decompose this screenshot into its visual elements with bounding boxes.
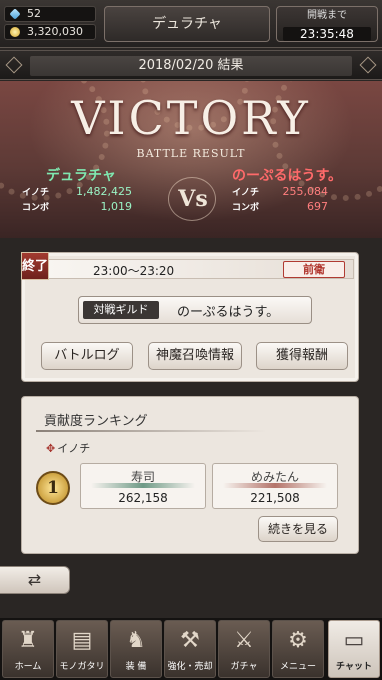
castle-icon: ♜ [18, 628, 38, 653]
battle-time-range: 23:00〜23:20 [93, 264, 175, 278]
enhance-icon: ⚒ [180, 628, 200, 653]
ally-combo: 1,019 [100, 200, 133, 213]
ally-team-name: デュラチャ [46, 168, 116, 184]
swap-arrows-icon: ⇄ [27, 570, 42, 589]
ranking-entry[interactable]: めみたん 221,508 [212, 463, 338, 509]
nav-chat-label: チャット [336, 662, 372, 672]
ally-team-stats: デュラチャ イノチ 1,482,425 コンボ 1,019 [22, 165, 182, 215]
divider [36, 430, 266, 432]
result-date-bar: 2018/02/20 結果 [0, 50, 382, 80]
gem-icon [9, 8, 21, 20]
ornament-icon [359, 56, 377, 74]
nav-equipment[interactable]: ♞ 装 備 [110, 620, 162, 678]
nav-menu-label: メニュー [279, 662, 316, 672]
result-date: 2018/02/20 結果 [30, 56, 352, 76]
nav-gacha-label: ガチャ [230, 662, 258, 672]
armor-icon: ♞ [126, 628, 146, 653]
combo-label: コンボ [232, 203, 260, 213]
enemy-combo: 697 [307, 200, 328, 213]
crossed-swords-icon: ⚔ [234, 628, 254, 653]
battle-start-timer: 開戦まで 23:35:48 [276, 6, 378, 42]
coin-count: 3,320,030 [27, 25, 83, 38]
coin-icon [10, 27, 20, 37]
rewards-button[interactable]: 獲得報酬 [256, 342, 348, 370]
nav-enhance-sell[interactable]: ⚒ 強化・売却 [164, 620, 216, 678]
inochi-label: イノチ [232, 188, 260, 198]
book-icon: ▤ [71, 628, 93, 653]
coin-counter: 3,320,030 [4, 24, 96, 40]
victory-banner: VICTORY BATTLE RESULT デュラチャ イノチ 1,482,425… [0, 81, 382, 238]
enemy-team-name: のーぷるはうす。 [232, 168, 343, 184]
nav-home-label: ホーム [14, 662, 42, 672]
chat-bubble-icon: ▭ [343, 628, 365, 653]
nav-story[interactable]: ▤ モノガタリ [56, 620, 108, 678]
ranking-entry-bar [91, 483, 195, 488]
nav-gacha[interactable]: ⚔ ガチャ [218, 620, 270, 678]
opponent-guild-name: のーぷるはうす。 [177, 305, 280, 320]
inochi-label: イノチ [22, 188, 50, 198]
battle-log-button[interactable]: バトルログ [41, 342, 133, 370]
ranking-metric-label: イノチ [57, 442, 91, 455]
battle-status-badge: 終了 [21, 252, 49, 280]
position-badge: 前衛 [283, 261, 345, 278]
opponent-guild-label: 対戦ギルド [83, 301, 159, 319]
rank-medal: 1 [36, 471, 70, 505]
ally-inochi: 1,482,425 [76, 185, 132, 198]
victory-title: VICTORY [71, 91, 311, 145]
gem-count: 52 [27, 7, 41, 20]
timer-label: 開戦まで [307, 10, 347, 21]
ranking-entry-score: 221,508 [250, 491, 300, 505]
cross-icon: ✥ [46, 442, 56, 455]
vs-label: Vs [178, 186, 208, 212]
nav-chat[interactable]: ▭ チャット [328, 620, 380, 678]
nav-menu[interactable]: ⚙ メニュー [272, 620, 324, 678]
timer-value: 23:35:48 [283, 27, 371, 41]
swap-arrows-button[interactable]: ⇄ [0, 566, 70, 594]
ornament-icon [5, 56, 23, 74]
nav-home[interactable]: ♜ ホーム [2, 620, 54, 678]
enemy-inochi: 255,084 [282, 185, 329, 198]
gem-counter: 52 [4, 6, 96, 22]
ranking-entry-bar [223, 483, 327, 488]
enemy-team-stats: のーぷるはうす。 イノチ 255,084 コンボ 697 [232, 165, 382, 215]
ranking-entry-score: 262,158 [118, 491, 168, 505]
guild-name-title: デュラチャ [104, 6, 270, 42]
summon-info-button[interactable]: 神魔召喚情報 [148, 342, 242, 370]
ranking-metric: ✥ イノチ [46, 440, 90, 456]
ranking-entry[interactable]: 寿司 262,158 [80, 463, 206, 509]
combo-label: コンボ [22, 203, 50, 213]
nav-story-label: モノガタリ [59, 662, 105, 672]
opponent-guild-button[interactable]: 対戦ギルド のーぷるはうす。 [78, 296, 312, 324]
nav-equipment-label: 装 備 [125, 662, 147, 672]
nav-enhance-sell-label: 強化・売却 [167, 662, 213, 672]
top-bar: 52 3,320,030 デュラチャ 開戦まで 23:35:48 [0, 0, 382, 48]
ranking-title: 貢献度ランキング [44, 414, 148, 429]
gear-icon: ⚙ [288, 628, 308, 653]
see-more-button[interactable]: 続きを見る [258, 516, 338, 542]
battle-result-subtitle: BATTLE RESULT [136, 147, 246, 160]
